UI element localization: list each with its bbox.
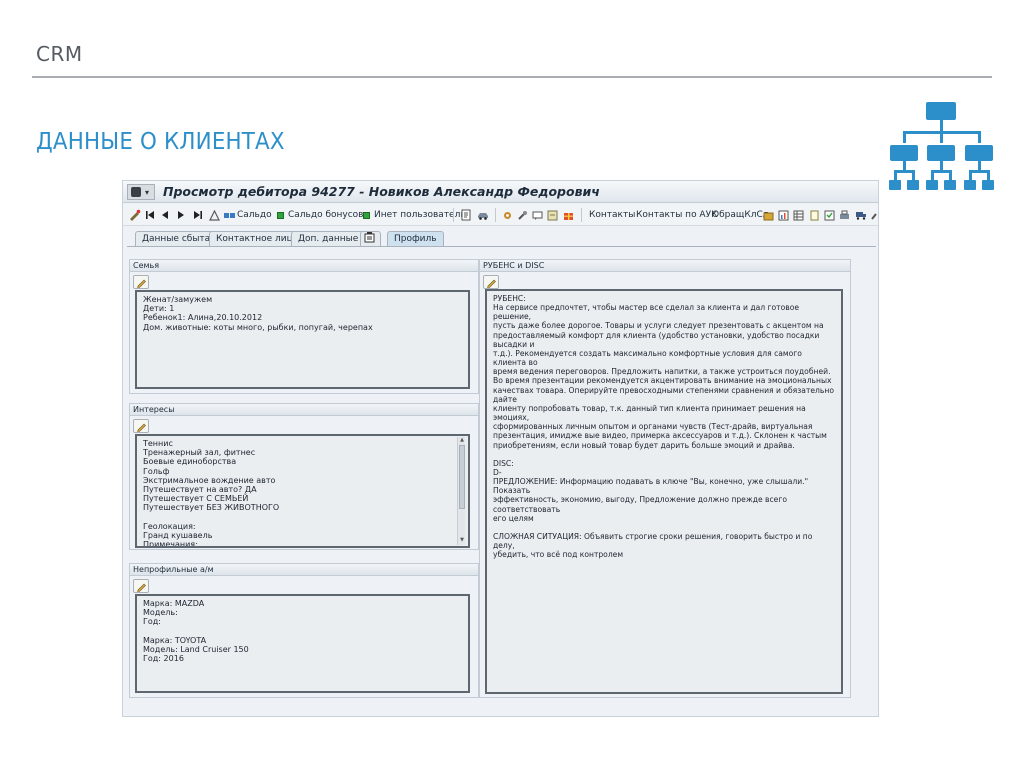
gift-icon[interactable] — [563, 208, 574, 222]
print-icon[interactable] — [839, 208, 850, 222]
interests-panel: Интересы Теннис Тренажерный зал, фитнес … — [129, 403, 479, 550]
document-icon[interactable] — [461, 208, 472, 222]
org-chart-icon — [889, 102, 994, 190]
contacts-label: Контакты — [589, 210, 636, 220]
rubens-edit-button[interactable] — [483, 275, 499, 289]
tab-sales-data[interactable]: Данные сбыта — [135, 231, 218, 247]
checklist-icon[interactable] — [824, 208, 835, 222]
sap-window: ▾ Просмотр дебитора 94277 - Новиков Алек… — [122, 180, 879, 717]
saldo-label: Сальдо — [237, 210, 272, 220]
display-change-icon[interactable] — [129, 208, 141, 222]
interests-panel-title: Интересы — [130, 404, 478, 416]
settings-icon[interactable] — [502, 208, 513, 222]
window-titlebar: ▾ Просмотр дебитора 94277 - Новиков Алек… — [123, 181, 878, 203]
first-page-icon[interactable] — [145, 208, 155, 222]
car-icon[interactable] — [477, 208, 489, 222]
inet-user-button[interactable]: Инет пользователь — [363, 208, 466, 222]
pencil-icon — [137, 423, 146, 432]
contacts-auk-button[interactable]: Контакты по АУК — [636, 208, 717, 222]
object-services-icon[interactable] — [209, 208, 220, 222]
pencil-icon — [137, 279, 146, 288]
toolbar-separator — [581, 208, 582, 222]
green-status-icon — [277, 211, 284, 219]
slide-title: ДАННЫЕ О КЛИЕНТАХ — [36, 129, 285, 155]
contacts-button[interactable]: Контакты — [589, 208, 635, 222]
tab-profile[interactable]: Профиль — [387, 231, 444, 247]
bonus-saldo-button[interactable]: Сальдо бонусов — [277, 208, 363, 222]
tab-strip: Данные сбыта Контактное лицо Доп. данные… — [123, 227, 878, 247]
attachment-icon[interactable] — [547, 208, 558, 222]
tab-rule — [127, 246, 876, 247]
toolbar-separator — [495, 208, 496, 222]
slide-header: CRM — [36, 42, 83, 66]
contacts-auk-label: Контакты по АУК — [636, 210, 718, 220]
toolbar-separator — [453, 208, 454, 222]
menu-icon[interactable]: ▾ — [127, 184, 155, 200]
family-panel: Семья Женат/замужем Дети: 1 Ребенок1: Ал… — [129, 259, 479, 394]
more-tools-icon[interactable] — [871, 208, 878, 222]
obrashch-button[interactable]: ОбращКлСл — [712, 208, 769, 222]
green-status-icon — [363, 211, 370, 219]
obrashch-label: ОбращКлСл — [712, 210, 769, 220]
application-toolbar: Сальдо Сальдо бонусов Инет пользователь — [123, 204, 878, 226]
report-icon[interactable] — [778, 208, 789, 222]
rubens-disc-text[interactable]: РУБЕНС: На сервисе предпочтет, чтобы мас… — [485, 289, 843, 694]
table-icon[interactable] — [793, 208, 804, 222]
cars-text[interactable]: Марка: MAZDA Модель: Год: Марка: TOYOTA … — [135, 594, 470, 693]
tools-icon[interactable] — [517, 208, 528, 222]
scroll-thumb[interactable] — [459, 445, 465, 509]
interests-text[interactable]: Теннис Тренажерный зал, фитнес Боевые ед… — [135, 434, 470, 548]
header-divider — [32, 76, 992, 78]
scroll-up-icon[interactable]: ▲ — [458, 437, 466, 444]
next-page-icon[interactable] — [177, 208, 185, 222]
saldo-button[interactable]: Сальдо — [224, 208, 272, 222]
note-icon[interactable] — [809, 208, 820, 222]
bonus-saldo-label: Сальдо бонусов — [288, 210, 364, 220]
tab-additional-data[interactable]: Доп. данные — [291, 231, 366, 247]
pencil-icon — [137, 583, 146, 592]
inet-user-label: Инет пользователь — [374, 210, 466, 220]
interests-edit-button[interactable] — [133, 419, 149, 433]
last-page-icon[interactable] — [193, 208, 203, 222]
window-title: Просмотр дебитора 94277 - Новиков Алекса… — [163, 184, 600, 199]
tab-list-icon[interactable] — [360, 231, 381, 247]
family-text[interactable]: Женат/замужем Дети: 1 Ребенок1: Алина,20… — [135, 290, 470, 389]
folder-icon[interactable] — [763, 208, 774, 222]
scroll-down-icon[interactable]: ▼ — [458, 537, 466, 544]
cars-panel: Непрофильные а/м Марка: MAZDA Модель: Го… — [129, 563, 479, 698]
message-icon[interactable] — [532, 208, 543, 222]
family-panel-title: Семья — [130, 260, 478, 272]
family-edit-button[interactable] — [133, 275, 149, 289]
tab-overview-icon — [364, 232, 375, 243]
cars-panel-title: Непрофильные а/м — [130, 564, 478, 576]
truck-icon[interactable] — [855, 208, 867, 222]
cars-edit-button[interactable] — [133, 579, 149, 593]
rubens-disc-panel-title: РУБЕНС и DISC — [480, 260, 850, 272]
pencil-icon — [487, 279, 496, 288]
previous-page-icon[interactable] — [161, 208, 169, 222]
interests-scrollbar[interactable]: ▲ ▼ — [457, 437, 465, 545]
rubens-disc-panel: РУБЕНС и DISC РУБЕНС: На сервисе предпоч… — [479, 259, 851, 698]
